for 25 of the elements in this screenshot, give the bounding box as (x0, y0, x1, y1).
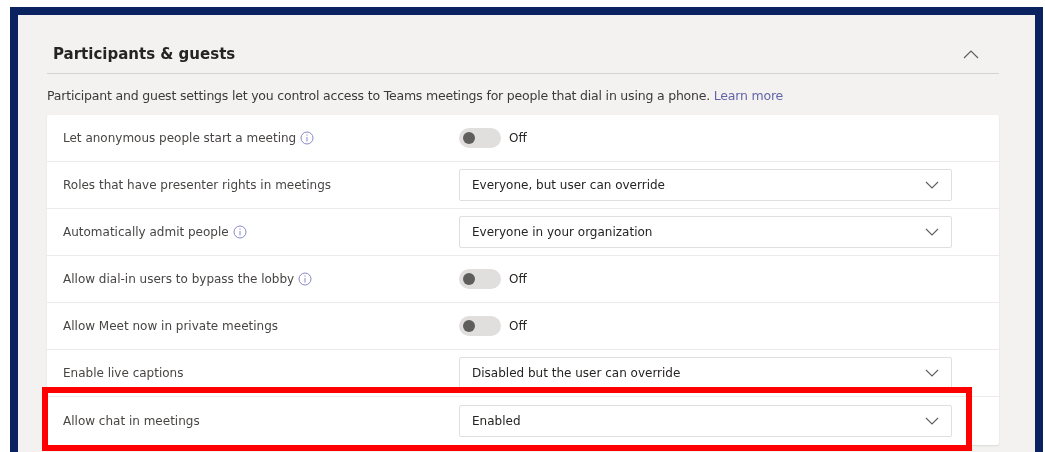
chevron-down-icon (925, 417, 939, 425)
setting-label: Roles that have presenter rights in meetings (63, 178, 332, 192)
chevron-down-icon (925, 369, 939, 377)
description: Participant and guest settings let you control access to Teams meetings for people that dial in using a phone. Learn more (47, 87, 785, 105)
toggle-state: Off (509, 131, 527, 145)
toggle-switch[interactable] (459, 128, 501, 148)
setting-label: Enable live captions (63, 366, 184, 380)
toggle-switch[interactable] (459, 269, 501, 289)
chevron-up-icon[interactable] (963, 49, 979, 59)
toggle-switch[interactable] (459, 316, 501, 336)
section-title: Participants & guests (53, 45, 236, 63)
dropdown[interactable]: Enabled (459, 405, 952, 437)
dropdown[interactable]: Disabled but the user can override (459, 357, 952, 389)
setting-label: Allow dial-in users to bypass the lobby (63, 272, 295, 286)
toggle-state: Off (509, 272, 527, 286)
setting-label: Allow Meet now in private meetings (63, 319, 279, 333)
dropdown[interactable]: Everyone in your organization (459, 216, 952, 248)
setting-label: Allow chat in meetings (63, 414, 200, 428)
chevron-down-icon (925, 181, 939, 189)
toggle-state: Off (509, 319, 527, 333)
dropdown[interactable]: Everyone, but user can override (459, 169, 952, 201)
chevron-down-icon (925, 228, 939, 236)
learn-more-link[interactable]: Learn more (713, 88, 784, 103)
setting-label: Automatically admit people (63, 225, 229, 239)
setting-label: Let anonymous people start a meeting (63, 131, 297, 145)
